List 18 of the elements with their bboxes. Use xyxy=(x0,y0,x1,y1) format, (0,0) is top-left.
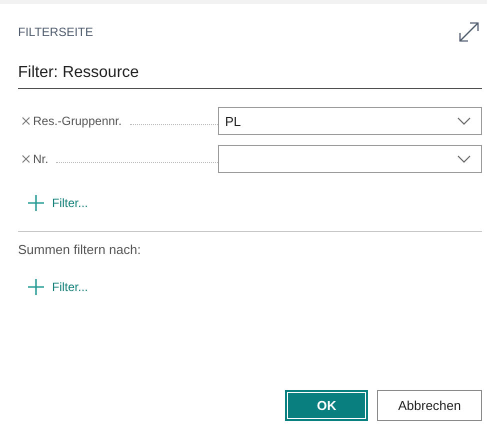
plus-icon xyxy=(28,195,44,211)
filter-dropdown[interactable]: PL xyxy=(218,107,482,135)
filter-label: Res.-Gruppennr. xyxy=(33,114,122,128)
cancel-button[interactable]: Abbrechen xyxy=(377,390,482,421)
add-filter-link[interactable]: Filter... xyxy=(28,279,88,295)
ok-button[interactable]: OK xyxy=(285,390,368,421)
filter-dropdown[interactable] xyxy=(218,145,482,173)
remove-icon[interactable] xyxy=(22,155,30,163)
page-title: FILTERSEITE xyxy=(18,25,94,39)
add-filter-link[interactable]: Filter... xyxy=(28,195,88,211)
section-title: Filter: Ressource xyxy=(18,64,482,89)
chevron-down-icon xyxy=(457,155,471,163)
plus-icon xyxy=(28,279,44,295)
expand-icon[interactable] xyxy=(458,21,480,43)
chevron-down-icon xyxy=(457,117,471,125)
remove-icon[interactable] xyxy=(22,117,30,125)
totals-label: Summen filtern nach: xyxy=(18,242,142,257)
filter-label: Nr. xyxy=(33,152,48,166)
